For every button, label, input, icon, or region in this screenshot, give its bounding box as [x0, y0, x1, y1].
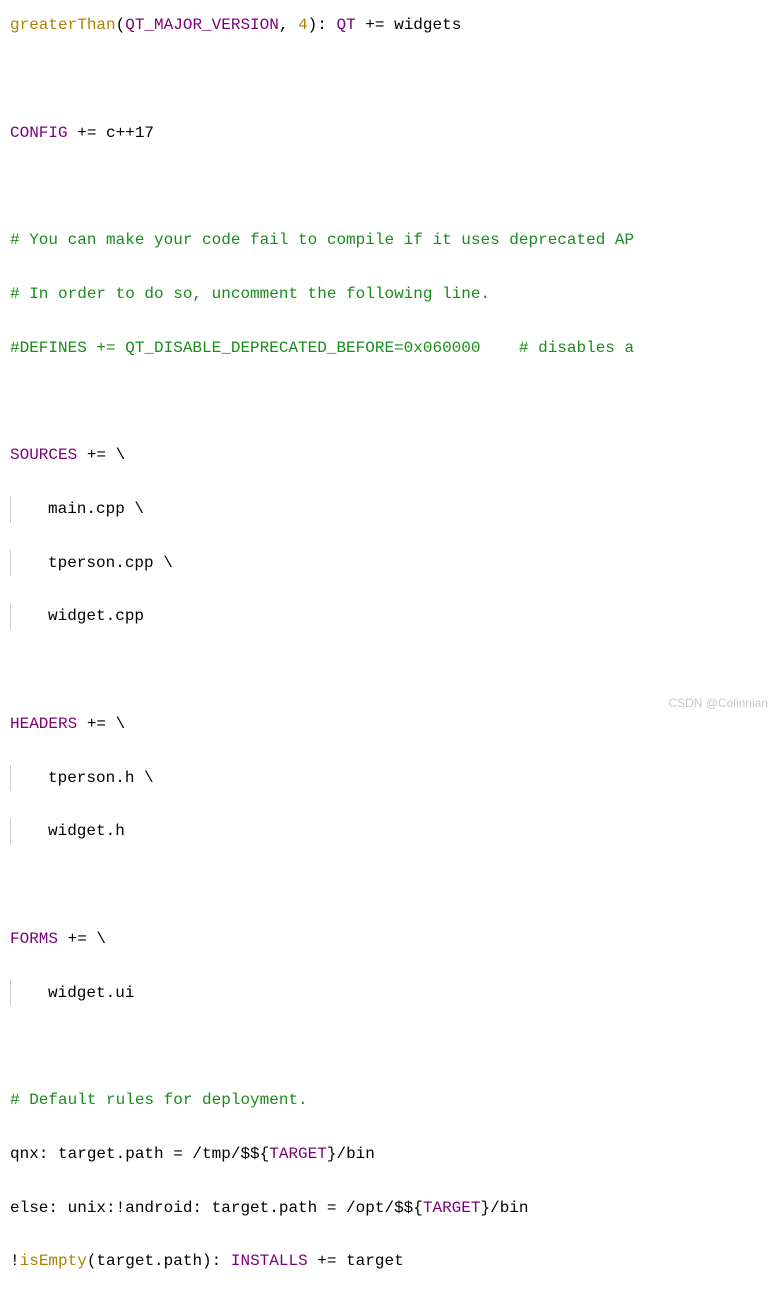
text-token: qnx: target.path = /tmp/$${ [10, 1145, 269, 1163]
code-line: tperson.h \ [10, 765, 768, 792]
text-token: += widgets [356, 16, 462, 34]
code-line: HEADERS += \ [10, 711, 768, 738]
text-token: tperson.cpp \ [10, 550, 173, 577]
text-token: ! [10, 1252, 20, 1270]
comment-token: #DEFINES += QT_DISABLE_DEPRECATED_BEFORE… [10, 339, 634, 357]
code-line: FORMS += \ [10, 926, 768, 953]
code-line: CONFIG += c++17 [10, 120, 768, 147]
blank-line [10, 66, 768, 93]
text-token: += c++17 [68, 124, 154, 142]
comment-line: # In order to do so, uncomment the follo… [10, 281, 768, 308]
var-token: INSTALLS [231, 1252, 308, 1270]
var-token: HEADERS [10, 715, 77, 733]
code-line: tperson.cpp \ [10, 550, 768, 577]
text-token: }/bin [480, 1199, 528, 1217]
comment-token: # Default rules for deployment. [10, 1091, 308, 1109]
text-token: += \ [77, 715, 125, 733]
var-token: QT_MAJOR_VERSION [125, 16, 279, 34]
code-line: !isEmpty(target.path): INSTALLS += targe… [10, 1248, 768, 1275]
num-token: 4 [298, 16, 308, 34]
text-token: }/bin [327, 1145, 375, 1163]
blank-line [10, 388, 768, 415]
var-token: QT [336, 16, 355, 34]
text-token: else: unix:!android: target.path = /opt/… [10, 1199, 423, 1217]
code-block: greaterThan(QT_MAJOR_VERSION, 4): QT += … [10, 12, 768, 1302]
comment-line: #DEFINES += QT_DISABLE_DEPRECATED_BEFORE… [10, 335, 768, 362]
indent-guide [10, 550, 11, 577]
comment-line: # Default rules for deployment. [10, 1087, 768, 1114]
indent-guide [10, 765, 11, 792]
indent-guide [10, 980, 11, 1007]
text-token: widget.ui [10, 980, 134, 1007]
punct: , [279, 16, 298, 34]
func-token: isEmpty [20, 1252, 87, 1270]
punct: ): [308, 16, 337, 34]
code-line: greaterThan(QT_MAJOR_VERSION, 4): QT += … [10, 12, 768, 39]
blank-line [10, 173, 768, 200]
text-token: widget.h [10, 818, 125, 845]
indent-guide [10, 496, 11, 523]
comment-token: # In order to do so, uncomment the follo… [10, 285, 490, 303]
blank-line [10, 872, 768, 899]
code-line: SOURCES += \ [10, 442, 768, 469]
indent-guide [10, 818, 11, 845]
text-token: += \ [58, 930, 106, 948]
func-token: greaterThan [10, 16, 116, 34]
text-token: (target.path): [87, 1252, 231, 1270]
code-line: else: unix:!android: target.path = /opt/… [10, 1195, 768, 1222]
code-line: widget.h [10, 818, 768, 845]
blank-line [10, 657, 768, 684]
punct: ( [116, 16, 126, 34]
text-token: += target [308, 1252, 404, 1270]
text-token: tperson.h \ [10, 765, 154, 792]
var-token: SOURCES [10, 446, 77, 464]
code-line: widget.ui [10, 980, 768, 1007]
watermark-text: CSDN @Colinnian [668, 693, 768, 713]
indent-guide [10, 603, 11, 630]
var-token: FORMS [10, 930, 58, 948]
var-token: TARGET [269, 1145, 327, 1163]
text-token: widget.cpp [10, 603, 144, 630]
code-line: qnx: target.path = /tmp/$${TARGET}/bin [10, 1141, 768, 1168]
text-token: main.cpp \ [10, 496, 144, 523]
text-token: += \ [77, 446, 125, 464]
var-token: CONFIG [10, 124, 68, 142]
comment-token: # You can make your code fail to compile… [10, 231, 634, 249]
var-token: TARGET [423, 1199, 481, 1217]
code-line: main.cpp \ [10, 496, 768, 523]
code-line: widget.cpp [10, 603, 768, 630]
blank-line [10, 1033, 768, 1060]
comment-line: # You can make your code fail to compile… [10, 227, 768, 254]
